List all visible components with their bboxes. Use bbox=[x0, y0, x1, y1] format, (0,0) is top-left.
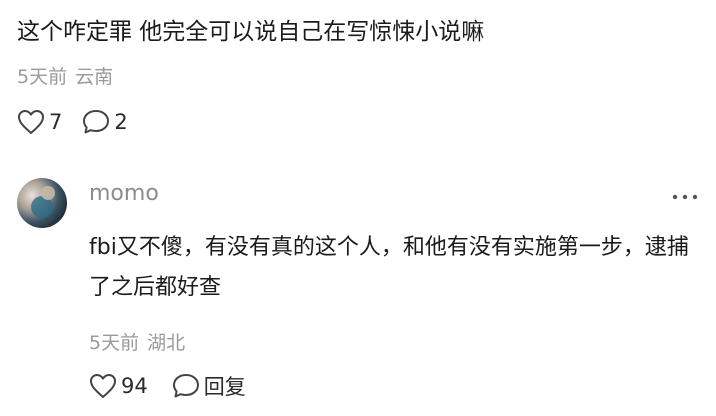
top-comment-time: 5天前 bbox=[17, 66, 68, 88]
top-comment-location: 云南 bbox=[75, 66, 114, 88]
reply-label: 回复 bbox=[203, 375, 246, 399]
heart-outline-icon bbox=[89, 373, 117, 399]
reply-button[interactable]: 2 bbox=[82, 109, 128, 135]
username[interactable]: momo bbox=[89, 172, 699, 216]
speech-bubble-icon bbox=[172, 373, 200, 399]
reply-time: 5天前 bbox=[89, 332, 140, 354]
top-comment-actions: 7 2 bbox=[17, 106, 697, 138]
top-comment-meta: 5天前 云南 bbox=[17, 64, 697, 90]
reply-body: momo fbi又不傻，有没有真的这个人，和他有没有实施第一步，逮捕了之后都好查… bbox=[89, 172, 699, 402]
reply-like-count: 94 bbox=[121, 374, 148, 398]
reply-to-reply-button[interactable]: 回复 bbox=[172, 371, 246, 401]
reply-count: 2 bbox=[114, 110, 128, 134]
ellipsis-icon[interactable] bbox=[671, 188, 699, 200]
speech-bubble-icon bbox=[82, 109, 110, 135]
top-comment-text: 这个咋定罪 他完全可以说自己在写惊悚小说嘛 bbox=[17, 19, 485, 45]
like-button[interactable]: 7 bbox=[17, 109, 62, 135]
reply-meta: 5天前 湖北 bbox=[89, 330, 699, 356]
heart-outline-icon bbox=[17, 109, 45, 135]
top-comment: 这个咋定罪 他完全可以说自己在写惊悚小说嘛 5天前 云南 7 2 bbox=[17, 14, 697, 138]
reply-location: 湖北 bbox=[147, 332, 186, 354]
like-count: 7 bbox=[49, 110, 63, 134]
reply-like-button[interactable]: 94 bbox=[89, 373, 148, 399]
reply-actions: 94 回复 bbox=[89, 370, 699, 402]
avatar[interactable] bbox=[17, 178, 67, 228]
reply-text: fbi又不傻，有没有真的这个人，和他有没有实施第一步，逮捕了之后都好查 bbox=[89, 235, 689, 300]
